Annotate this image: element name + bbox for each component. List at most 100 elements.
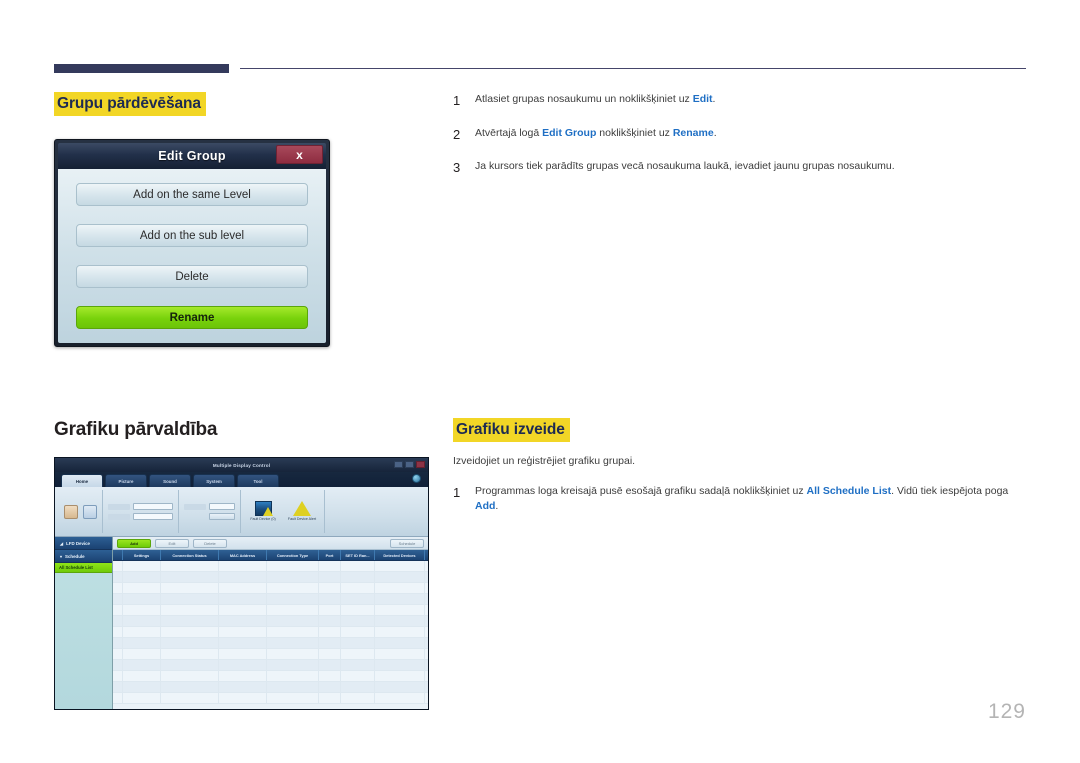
mdc-table-cell xyxy=(319,638,341,648)
dialog-button-rename[interactable]: Rename xyxy=(76,306,308,329)
mdc-table-cell xyxy=(319,572,341,582)
mdc-column-header[interactable]: Connection Type xyxy=(267,550,319,560)
mdc-application-screenshot: Multiple Display Control Home Picture Soun… xyxy=(54,457,429,710)
mdc-table-cell xyxy=(123,649,161,659)
mdc-tab-tool[interactable]: Tool xyxy=(237,474,279,487)
mdc-table-row[interactable] xyxy=(113,638,428,649)
mdc-column-header[interactable]: Settings xyxy=(123,550,161,560)
mdc-table-row[interactable] xyxy=(113,583,428,594)
mdc-table-cell xyxy=(319,561,341,571)
fault-device-button[interactable]: Fault Device (0) xyxy=(246,501,280,521)
mdc-column-header[interactable]: Connection Status xyxy=(161,550,219,560)
mdc-statusbar xyxy=(55,709,428,710)
mdc-tab-system[interactable]: System xyxy=(193,474,235,487)
mdc-table-cell xyxy=(267,660,319,670)
mdc-main-area: ◢ LFD Device ▾ Schedule All Schedule List Ad… xyxy=(55,537,428,709)
volume-label xyxy=(184,503,206,510)
dialog-button-delete[interactable]: Delete xyxy=(76,265,308,288)
mdc-table-row[interactable] xyxy=(113,682,428,693)
mdc-table-cell xyxy=(113,693,123,703)
fault-device-alert-button[interactable]: Fault Device Alert xyxy=(285,501,319,521)
mdc-table-cell xyxy=(375,572,425,582)
mdc-table-cell xyxy=(219,693,267,703)
volume-field[interactable] xyxy=(209,503,235,510)
mdc-tab-home[interactable]: Home xyxy=(61,474,103,487)
minimize-icon[interactable] xyxy=(394,461,403,468)
mdc-table-row[interactable] xyxy=(113,605,428,616)
ribbon-group-power xyxy=(59,490,103,533)
section-heading-create-schedule: Grafiku izveide xyxy=(453,418,570,443)
close-icon[interactable]: x xyxy=(276,145,323,164)
mdc-tabbar: Home Picture Sound System Tool xyxy=(55,472,428,487)
dialog-title: Edit Group xyxy=(158,149,226,163)
mdc-table-cell xyxy=(161,594,219,604)
mdc-table-cell xyxy=(341,583,375,593)
mdc-table-cell xyxy=(341,561,375,571)
mdc-table-cell xyxy=(267,583,319,593)
mdc-column-header[interactable]: Port xyxy=(319,550,341,560)
mdc-table-cell xyxy=(219,583,267,593)
mdc-table-row[interactable] xyxy=(113,616,428,627)
mdc-table-cell xyxy=(375,682,425,692)
mdc-table-cell xyxy=(375,616,425,626)
mdc-table-row[interactable] xyxy=(113,594,428,605)
mdc-table-cell xyxy=(319,649,341,659)
mdc-table-row[interactable] xyxy=(113,671,428,682)
mdc-table-cell xyxy=(319,682,341,692)
close-icon[interactable] xyxy=(416,461,425,468)
step-item: 3 Ja kursors tiek parādīts grupas vecā no… xyxy=(453,159,1028,177)
mdc-table-row[interactable] xyxy=(113,660,428,671)
fault-device-icon xyxy=(254,501,273,517)
mdc-table-row[interactable] xyxy=(113,649,428,660)
mdc-tab-sound[interactable]: Sound xyxy=(149,474,191,487)
mdc-table-row[interactable] xyxy=(113,572,428,583)
mdc-column-header[interactable]: SET ID Ran... xyxy=(341,550,375,560)
mdc-sidebar-item-lfd-device[interactable]: ◢ LFD Device xyxy=(55,537,112,550)
mdc-table-cell xyxy=(319,660,341,670)
mdc-toolbar-button-edit[interactable]: Edit xyxy=(155,538,189,548)
section-heading-rename-group: Grupu pārdēvēšana xyxy=(54,92,206,117)
power-off-icon[interactable] xyxy=(83,504,97,519)
mdc-table-cell xyxy=(319,583,341,593)
mdc-toolbar-button-add[interactable]: Add xyxy=(117,538,151,548)
power-on-icon[interactable] xyxy=(64,504,78,519)
mdc-table-cell xyxy=(113,660,123,670)
mdc-table-cell xyxy=(267,693,319,703)
mdc-table-cell xyxy=(123,561,161,571)
warning-triangle-icon xyxy=(293,501,311,517)
dialog-button-add-on-the-sub-level[interactable]: Add on the sub level xyxy=(76,224,308,247)
fault-device-alert-label: Fault Device Alert xyxy=(287,517,317,522)
mdc-toolbar-button-schedule[interactable]: Schedule xyxy=(390,538,424,548)
mdc-column-header[interactable] xyxy=(113,550,123,560)
mdc-table-cell xyxy=(319,594,341,604)
mdc-table-row[interactable] xyxy=(113,561,428,572)
mdc-sidebar-item-all-schedule-list[interactable]: All Schedule List xyxy=(55,563,112,573)
maximize-icon[interactable] xyxy=(405,461,414,468)
section-heading-schedule-management: Grafiku pārvaldība xyxy=(54,419,218,440)
mdc-column-header[interactable]: MAC Address xyxy=(219,550,267,560)
mdc-table-cell xyxy=(113,583,123,593)
mdc-table-row[interactable] xyxy=(113,693,428,704)
mdc-table-cell xyxy=(375,594,425,604)
mdc-table-cell xyxy=(161,649,219,659)
help-icon[interactable] xyxy=(412,474,421,483)
input-select[interactable] xyxy=(133,503,173,510)
mdc-table-header: Settings Connection Status MAC Address Conn… xyxy=(113,550,428,561)
mdc-toolbar-button-delete[interactable]: Delete xyxy=(193,538,227,548)
mdc-table-row[interactable] xyxy=(113,627,428,638)
mdc-sidebar-item-schedule[interactable]: ▾ Schedule xyxy=(55,550,112,563)
mdc-table-cell xyxy=(161,583,219,593)
mdc-table-cell xyxy=(219,627,267,637)
mdc-window-title: Multiple Display Control xyxy=(212,462,271,468)
dialog-button-add-on-the-same-level[interactable]: Add on the same Level xyxy=(76,183,308,206)
step-text: Atlasiet grupas nosaukumu un noklikšķini… xyxy=(475,93,716,105)
mdc-table-cell xyxy=(123,594,161,604)
channel-select[interactable] xyxy=(133,513,173,520)
mdc-table-cell xyxy=(375,660,425,670)
mdc-tab-picture[interactable]: Picture xyxy=(105,474,147,487)
mute-button[interactable] xyxy=(209,513,235,520)
dialog-body: Add on the same Level Add on the sub leve… xyxy=(58,169,326,343)
right-column: 1 Atlasiet grupas nosaukumu un noklikšķin… xyxy=(453,92,1028,193)
mdc-table-cell xyxy=(161,660,219,670)
mdc-column-header[interactable]: Detected Devices xyxy=(375,550,425,560)
